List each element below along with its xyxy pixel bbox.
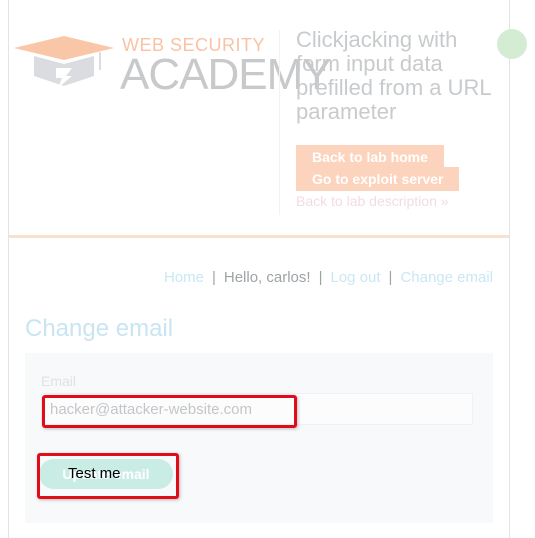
back-to-lab-description-link[interactable]: Back to lab description »: [296, 193, 449, 209]
top-navigation: Home | Hello, carlos! | Log out | Change email: [9, 269, 493, 286]
back-to-lab-home-button[interactable]: Back to lab home: [296, 145, 444, 169]
graduation-cap-icon: [14, 36, 114, 88]
lab-description-label: Back to lab description: [296, 193, 437, 209]
go-to-exploit-server-button[interactable]: Go to exploit server: [296, 167, 460, 191]
decoy-test-me-label[interactable]: Test me: [68, 465, 121, 482]
lab-title: Clickjacking with form input data prefil…: [296, 27, 491, 124]
nav-separator: |: [211, 269, 216, 286]
decoy-input-highlight: [42, 395, 297, 428]
nav-greeting: Hello, carlos!: [223, 269, 311, 286]
header-separator: [9, 235, 509, 238]
double-chevron-right-icon: »: [440, 193, 449, 209]
lab-header: WEB SECURITY ACADEMY Clickjacking with f…: [9, 0, 527, 235]
nav-separator: |: [388, 269, 393, 286]
email-label: Email: [41, 373, 77, 389]
nav-home-link[interactable]: Home: [164, 269, 204, 286]
header-divider: [279, 30, 280, 215]
nav-change-email-link[interactable]: Change email: [400, 269, 493, 286]
page-title: Change email: [25, 315, 174, 342]
nav-logout-link[interactable]: Log out: [330, 269, 380, 286]
nav-separator: |: [318, 269, 323, 286]
academy-logo[interactable]: WEB SECURITY ACADEMY: [12, 30, 332, 100]
lab-status-icon: [497, 29, 527, 59]
